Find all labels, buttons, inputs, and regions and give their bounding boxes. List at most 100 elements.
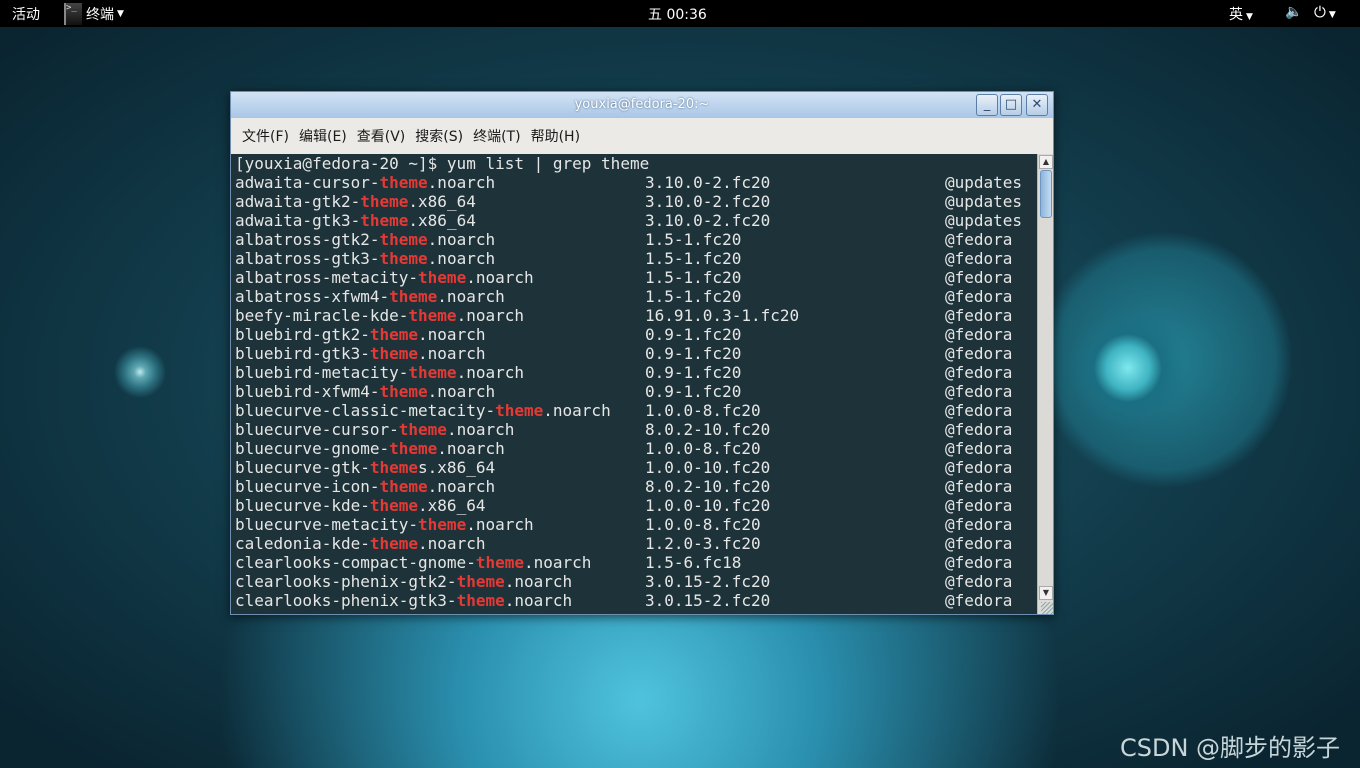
activities-button[interactable]: 活动 [12, 4, 40, 24]
package-version: 0.9-1.fc20 [645, 382, 742, 401]
package-name-suffix: .noarch [524, 553, 592, 572]
terminal-prompt: [youxia@fedora-20 ~]$ yum list | grep th… [235, 154, 650, 173]
menu-view[interactable]: 查看(V) [357, 126, 406, 146]
terminal-row: bluebird-gtk3-theme.noarch 0.9-1.fc20 @fed… [235, 344, 1037, 363]
package-name: clearlooks-compact-gnome-theme.noarch [235, 553, 591, 572]
package-repo: @fedora [945, 287, 1013, 306]
terminal-row: bluecurve-gtk-themes.x86_64 1.0.0-10.fc20… [235, 458, 1037, 477]
package-version: 3.10.0-2.fc20 [645, 192, 771, 211]
package-version: 8.0.2-10.fc20 [645, 420, 771, 439]
grep-match: theme [360, 211, 409, 230]
maximize-button[interactable]: □ [1000, 94, 1022, 116]
volume-icon[interactable]: 🔈 [1285, 4, 1302, 20]
grep-match: theme [389, 439, 438, 458]
package-version: 0.9-1.fc20 [645, 344, 742, 363]
grep-match: theme [475, 553, 524, 572]
terminal-row: bluebird-xfwm4-theme.noarch 0.9-1.fc20 @fe… [235, 382, 1037, 401]
terminal-row: albatross-gtk3-theme.noarch 1.5-1.fc20 @fe… [235, 249, 1037, 268]
package-name-prefix: clearlooks-compact-gnome- [235, 553, 476, 572]
chevron-down-icon: ▼ [117, 8, 124, 19]
terminal-row: bluecurve-gnome-theme.noarch 1.0.0-8.fc20… [235, 439, 1037, 458]
package-name-suffix: .noarch [446, 420, 515, 439]
grep-match: theme [398, 420, 447, 439]
package-name: bluecurve-cursor-theme.noarch [235, 420, 514, 439]
grep-match: theme [456, 572, 505, 591]
app-menu-label: 终端 [86, 6, 114, 23]
input-method-label: 英 [1229, 7, 1243, 23]
menu-file[interactable]: 文件(F) [242, 126, 289, 146]
package-version: 1.5-1.fc20 [645, 230, 742, 249]
package-name: bluebird-xfwm4-theme.noarch [235, 382, 495, 401]
vertical-scrollbar[interactable]: ▲ ▼ [1037, 154, 1053, 614]
package-repo: @fedora [945, 268, 1013, 287]
terminal-output[interactable]: [youxia@fedora-20 ~]$ yum list | grep th… [231, 154, 1037, 614]
package-name-prefix: bluebird-gtk2- [235, 325, 370, 344]
package-name-prefix: adwaita-gtk3- [235, 211, 361, 230]
input-method-menu[interactable]: 英 ▼ [1229, 4, 1253, 24]
package-repo: @fedora [945, 439, 1013, 458]
watermark: CSDN @脚步的影子 [1120, 734, 1341, 762]
package-version: 1.0.0-8.fc20 [645, 439, 761, 458]
package-name-prefix: beefy-miracle-kde- [235, 306, 409, 325]
window-titlebar[interactable]: youxia@fedora-20:~ _ □ ✕ [231, 92, 1053, 118]
grep-match: theme [408, 306, 457, 325]
package-name: bluecurve-icon-theme.noarch [235, 477, 495, 496]
scrollbar-thumb[interactable] [1040, 170, 1052, 218]
package-name-prefix: bluebird-metacity- [235, 363, 409, 382]
resize-grip[interactable] [1041, 602, 1053, 614]
menu-terminal[interactable]: 终端(T) [473, 126, 520, 146]
minimize-button[interactable]: _ [976, 94, 998, 116]
scroll-up-icon[interactable]: ▲ [1039, 155, 1053, 169]
package-version: 3.10.0-2.fc20 [645, 173, 771, 192]
package-repo: @fedora [945, 515, 1013, 534]
menu-help[interactable]: 帮助(H) [531, 126, 580, 146]
terminal-row: bluebird-metacity-theme.noarch 0.9-1.fc20… [235, 363, 1037, 382]
package-version: 1.5-1.fc20 [645, 287, 742, 306]
package-name: bluecurve-metacity-theme.noarch [235, 515, 534, 534]
package-name-prefix: albatross-metacity- [235, 268, 419, 287]
chevron-down-icon: ▼ [1328, 10, 1336, 20]
package-name: adwaita-gtk2-theme.x86_64 [235, 192, 476, 211]
terminal-row: caledonia-kde-theme.noarch 1.2.0-3.fc20 @f… [235, 534, 1037, 553]
system-menu[interactable]: ⏻ ▼ [1314, 3, 1336, 21]
package-name: bluecurve-gnome-theme.noarch [235, 439, 505, 458]
package-repo: @fedora [945, 572, 1013, 591]
close-button[interactable]: ✕ [1026, 94, 1048, 116]
package-name-suffix: .noarch [504, 572, 573, 591]
terminal-row: clearlooks-phenix-gtk3-theme.noarch 3.0.1… [235, 591, 1037, 610]
package-name-prefix: bluecurve-gnome- [235, 439, 390, 458]
app-menu[interactable]: >_ 终端 ▼ [64, 2, 124, 25]
grep-match: theme [369, 458, 419, 477]
scroll-down-icon[interactable]: ▼ [1039, 586, 1053, 600]
package-repo: @updates [945, 173, 1023, 192]
chevron-down-icon: ▼ [1246, 12, 1253, 22]
package-name-prefix: bluecurve-classic-metacity- [235, 401, 496, 420]
package-name: bluebird-gtk2-theme.noarch [235, 325, 485, 344]
menu-bar: 文件(F) 编辑(E) 查看(V) 搜索(S) 终端(T) 帮助(H) [231, 118, 1053, 154]
package-name-suffix: .noarch [437, 287, 505, 306]
package-name-suffix: .x86_64 [418, 496, 486, 515]
clock[interactable]: 五 00:36 [648, 4, 707, 24]
menu-edit[interactable]: 编辑(E) [299, 126, 347, 146]
package-name-suffix: .x86_64 [408, 211, 476, 230]
package-name-suffix: .noarch [418, 325, 486, 344]
package-name-suffix: .noarch [418, 344, 486, 363]
package-name-suffix: .noarch [427, 382, 496, 401]
package-repo: @updates [945, 192, 1023, 211]
package-repo: @fedora [945, 344, 1013, 363]
package-repo: @fedora [945, 477, 1013, 496]
package-name-prefix: adwaita-gtk2- [235, 192, 361, 211]
package-name: clearlooks-phenix-gtk3-theme.noarch [235, 591, 572, 610]
package-name-prefix: caledonia-kde- [235, 534, 370, 553]
terminal-row: bluecurve-classic-metacity-theme.noarch 1… [235, 401, 1037, 420]
package-version: 3.0.15-2.fc20 [645, 572, 771, 591]
menu-search[interactable]: 搜索(S) [415, 126, 463, 146]
package-name: bluecurve-classic-metacity-theme.noarch [235, 401, 611, 420]
package-name-prefix: albatross-gtk3- [235, 249, 380, 268]
package-repo: @fedora [945, 382, 1013, 401]
package-name: clearlooks-phenix-gtk2-theme.noarch [235, 572, 572, 591]
package-version: 1.0.0-10.fc20 [645, 496, 771, 515]
package-name: beefy-miracle-kde-theme.noarch [235, 306, 524, 325]
terminal-row: albatross-metacity-theme.noarch 1.5-1.fc2… [235, 268, 1037, 287]
package-version: 16.91.0.3-1.fc20 [645, 306, 800, 325]
